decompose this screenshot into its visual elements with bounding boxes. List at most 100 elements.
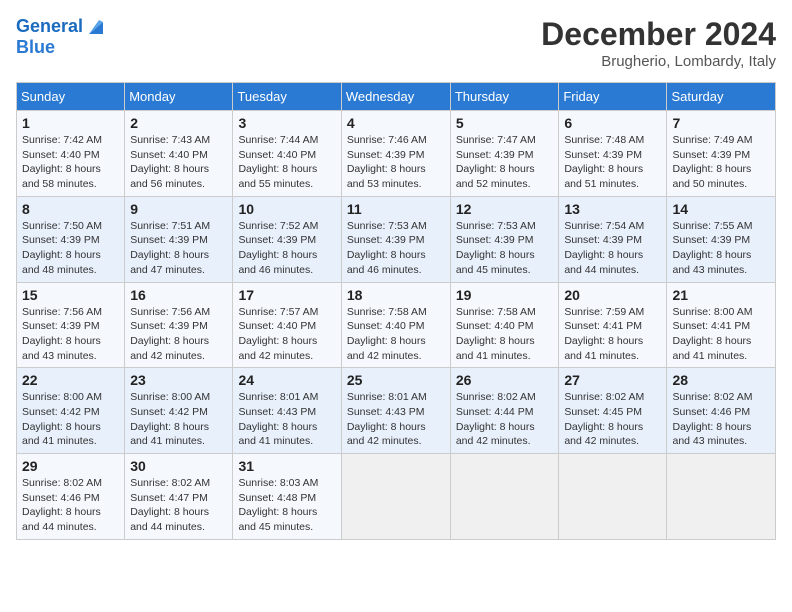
day-number: 2: [130, 115, 227, 131]
day-number: 28: [672, 372, 770, 388]
logo-general: General: [16, 17, 83, 37]
day-info: Sunrise: 7:54 AMSunset: 4:39 PMDaylight:…: [564, 220, 644, 276]
day-number: 12: [456, 201, 554, 217]
weekday-header-sunday: Sunday: [17, 83, 125, 111]
calendar-week-row: 1 Sunrise: 7:42 AMSunset: 4:40 PMDaylight…: [17, 111, 776, 197]
weekday-header-saturday: Saturday: [667, 83, 776, 111]
day-number: 7: [672, 115, 770, 131]
day-number: 25: [347, 372, 445, 388]
calendar-cell: [341, 454, 450, 540]
day-info: Sunrise: 7:57 AMSunset: 4:40 PMDaylight:…: [238, 306, 318, 362]
calendar-cell: 9 Sunrise: 7:51 AMSunset: 4:39 PMDaylight…: [125, 196, 233, 282]
calendar-cell: 27Sunrise: 8:02 AMSunset: 4:45 PMDayligh…: [559, 368, 667, 454]
calendar-cell: 15 Sunrise: 7:56 AMSunset: 4:39 PMDayligh…: [17, 282, 125, 368]
day-info: Sunrise: 8:02 AMSunset: 4:46 PMDaylight:…: [672, 391, 752, 447]
day-number: 30: [130, 458, 227, 474]
calendar-cell: [450, 454, 559, 540]
day-info: Sunrise: 7:52 AMSunset: 4:39 PMDaylight:…: [238, 220, 318, 276]
calendar-cell: 16 Sunrise: 7:56 AMSunset: 4:39 PMDayligh…: [125, 282, 233, 368]
calendar-cell: 18 Sunrise: 7:58 AMSunset: 4:40 PMDayligh…: [341, 282, 450, 368]
weekday-header-monday: Monday: [125, 83, 233, 111]
weekday-header-tuesday: Tuesday: [233, 83, 341, 111]
day-number: 4: [347, 115, 445, 131]
day-number: 17: [238, 287, 335, 303]
day-number: 26: [456, 372, 554, 388]
day-info: Sunrise: 7:53 AMSunset: 4:39 PMDaylight:…: [456, 220, 536, 276]
calendar-cell: 2 Sunrise: 7:43 AMSunset: 4:40 PMDaylight…: [125, 111, 233, 197]
day-number: 10: [238, 201, 335, 217]
day-number: 11: [347, 201, 445, 217]
day-info: Sunrise: 8:00 AMSunset: 4:42 PMDaylight:…: [130, 391, 210, 447]
day-info: Sunrise: 7:55 AMSunset: 4:39 PMDaylight:…: [672, 220, 752, 276]
calendar-cell: 6Sunrise: 7:48 AMSunset: 4:39 PMDaylight…: [559, 111, 667, 197]
calendar-cell: [559, 454, 667, 540]
calendar-cell: 28 Sunrise: 8:02 AMSunset: 4:46 PMDayligh…: [667, 368, 776, 454]
calendar-cell: 8 Sunrise: 7:50 AMSunset: 4:39 PMDaylight…: [17, 196, 125, 282]
calendar-cell: 31Sunrise: 8:03 AMSunset: 4:48 PMDayligh…: [233, 454, 341, 540]
calendar-cell: 14 Sunrise: 7:55 AMSunset: 4:39 PMDayligh…: [667, 196, 776, 282]
day-number: 9: [130, 201, 227, 217]
calendar-week-row: 15 Sunrise: 7:56 AMSunset: 4:39 PMDayligh…: [17, 282, 776, 368]
day-info: Sunrise: 8:02 AMSunset: 4:45 PMDaylight:…: [564, 391, 644, 447]
day-info: Sunrise: 7:43 AMSunset: 4:40 PMDaylight:…: [130, 134, 210, 190]
logo-blue: Blue: [16, 38, 55, 58]
calendar-table: SundayMondayTuesdayWednesdayThursdayFrid…: [16, 82, 776, 540]
day-info: Sunrise: 7:56 AMSunset: 4:39 PMDaylight:…: [22, 306, 102, 362]
day-info: Sunrise: 7:44 AMSunset: 4:40 PMDaylight:…: [238, 134, 318, 190]
day-info: Sunrise: 8:00 AMSunset: 4:42 PMDaylight:…: [22, 391, 102, 447]
day-number: 14: [672, 201, 770, 217]
day-number: 21: [672, 287, 770, 303]
weekday-header-thursday: Thursday: [450, 83, 559, 111]
day-number: 8: [22, 201, 119, 217]
logo-icon: [85, 16, 107, 38]
day-info: Sunrise: 8:03 AMSunset: 4:48 PMDaylight:…: [238, 477, 318, 533]
calendar-cell: 3 Sunrise: 7:44 AMSunset: 4:40 PMDaylight…: [233, 111, 341, 197]
day-info: Sunrise: 7:51 AMSunset: 4:39 PMDaylight:…: [130, 220, 210, 276]
day-number: 18: [347, 287, 445, 303]
day-info: Sunrise: 8:01 AMSunset: 4:43 PMDaylight:…: [238, 391, 318, 447]
day-number: 1: [22, 115, 119, 131]
calendar-cell: 30 Sunrise: 8:02 AMSunset: 4:47 PMDayligh…: [125, 454, 233, 540]
calendar-cell: 19Sunrise: 7:58 AMSunset: 4:40 PMDayligh…: [450, 282, 559, 368]
day-info: Sunrise: 7:46 AMSunset: 4:39 PMDaylight:…: [347, 134, 427, 190]
calendar-cell: 4 Sunrise: 7:46 AMSunset: 4:39 PMDaylight…: [341, 111, 450, 197]
day-info: Sunrise: 7:48 AMSunset: 4:39 PMDaylight:…: [564, 134, 644, 190]
month-title: December 2024: [541, 16, 776, 53]
day-number: 20: [564, 287, 661, 303]
day-info: Sunrise: 7:42 AMSunset: 4:40 PMDaylight:…: [22, 134, 102, 190]
day-info: Sunrise: 8:02 AMSunset: 4:47 PMDaylight:…: [130, 477, 210, 533]
calendar-cell: 25Sunrise: 8:01 AMSunset: 4:43 PMDayligh…: [341, 368, 450, 454]
day-info: Sunrise: 8:02 AMSunset: 4:44 PMDaylight:…: [456, 391, 536, 447]
calendar-cell: 17 Sunrise: 7:57 AMSunset: 4:40 PMDayligh…: [233, 282, 341, 368]
day-number: 22: [22, 372, 119, 388]
calendar-cell: [667, 454, 776, 540]
day-info: Sunrise: 7:58 AMSunset: 4:40 PMDaylight:…: [456, 306, 536, 362]
calendar-header-row: SundayMondayTuesdayWednesdayThursdayFrid…: [17, 83, 776, 111]
day-info: Sunrise: 7:59 AMSunset: 4:41 PMDaylight:…: [564, 306, 644, 362]
calendar-cell: 13Sunrise: 7:54 AMSunset: 4:39 PMDayligh…: [559, 196, 667, 282]
day-number: 15: [22, 287, 119, 303]
calendar-week-row: 8 Sunrise: 7:50 AMSunset: 4:39 PMDaylight…: [17, 196, 776, 282]
day-info: Sunrise: 7:53 AMSunset: 4:39 PMDaylight:…: [347, 220, 427, 276]
day-info: Sunrise: 7:50 AMSunset: 4:39 PMDaylight:…: [22, 220, 102, 276]
day-info: Sunrise: 8:00 AMSunset: 4:41 PMDaylight:…: [672, 306, 752, 362]
day-number: 24: [238, 372, 335, 388]
calendar-cell: 1 Sunrise: 7:42 AMSunset: 4:40 PMDaylight…: [17, 111, 125, 197]
calendar-week-row: 29Sunrise: 8:02 AMSunset: 4:46 PMDayligh…: [17, 454, 776, 540]
calendar-cell: 23 Sunrise: 8:00 AMSunset: 4:42 PMDayligh…: [125, 368, 233, 454]
calendar-cell: 11 Sunrise: 7:53 AMSunset: 4:39 PMDayligh…: [341, 196, 450, 282]
page-header: General Blue December 2024 Brugherio, Lo…: [16, 16, 776, 70]
calendar-cell: 10 Sunrise: 7:52 AMSunset: 4:39 PMDayligh…: [233, 196, 341, 282]
calendar-cell: 7 Sunrise: 7:49 AMSunset: 4:39 PMDaylight…: [667, 111, 776, 197]
day-info: Sunrise: 7:49 AMSunset: 4:39 PMDaylight:…: [672, 134, 752, 190]
calendar-cell: 20 Sunrise: 7:59 AMSunset: 4:41 PMDayligh…: [559, 282, 667, 368]
day-info: Sunrise: 7:58 AMSunset: 4:40 PMDaylight:…: [347, 306, 427, 362]
day-number: 5: [456, 115, 554, 131]
calendar-cell: 22 Sunrise: 8:00 AMSunset: 4:42 PMDayligh…: [17, 368, 125, 454]
day-number: 3: [238, 115, 335, 131]
day-number: 23: [130, 372, 227, 388]
weekday-header-friday: Friday: [559, 83, 667, 111]
calendar-cell: 12 Sunrise: 7:53 AMSunset: 4:39 PMDayligh…: [450, 196, 559, 282]
day-info: Sunrise: 7:56 AMSunset: 4:39 PMDaylight:…: [130, 306, 210, 362]
day-number: 16: [130, 287, 227, 303]
